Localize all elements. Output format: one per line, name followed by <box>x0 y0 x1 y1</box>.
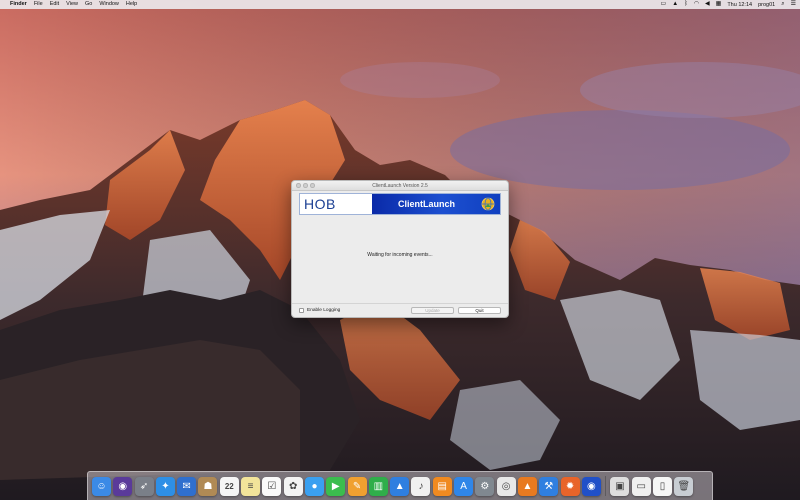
display-icon[interactable]: ▭ <box>661 0 667 9</box>
menu-help[interactable]: Help <box>126 0 137 9</box>
wifi-icon[interactable]: ◠ <box>694 0 699 9</box>
pages-icon[interactable]: ✎ <box>347 476 367 496</box>
quit-button[interactable]: Quit <box>458 307 501 314</box>
keynote-icon[interactable]: ▲ <box>390 476 410 496</box>
menu-bar: Finder File Edit View Go Window Help ▭ ▲… <box>0 0 800 9</box>
update-button[interactable]: Update <box>411 307 454 314</box>
trash-icon[interactable]: 🗑 <box>674 476 694 496</box>
numbers-icon[interactable]: ▥ <box>368 476 388 496</box>
vlc-icon[interactable]: ▲ <box>517 476 537 496</box>
calendar-icon[interactable]: 22 <box>219 476 239 496</box>
documents-stack-icon[interactable]: ▯ <box>653 476 673 496</box>
firefox-icon[interactable]: ✹ <box>560 476 580 496</box>
enable-logging-label[interactable]: Enable Logging <box>307 308 340 313</box>
product-banner: HOB ClientLaunch <box>299 193 501 215</box>
menu-file[interactable]: File <box>34 0 43 9</box>
bluetooth-icon[interactable]: ᛒ <box>684 0 688 9</box>
menu-go[interactable]: Go <box>85 0 92 9</box>
app-store-icon[interactable]: A <box>454 476 474 496</box>
window-title: ClientLaunch Version 2.5 <box>372 182 428 189</box>
window-titlebar[interactable]: ClientLaunch Version 2.5 <box>292 181 508 191</box>
status-area: Waiting for incoming events... <box>292 215 508 295</box>
menubar-clock[interactable]: Thu 12:14 <box>727 2 752 8</box>
clientlaunch-window: ClientLaunch Version 2.5 HOB ClientLaunc… <box>291 180 509 318</box>
hob-logo: HOB <box>304 196 336 212</box>
xcode-icon[interactable]: ⚒ <box>539 476 559 496</box>
banner-product-name: ClientLaunch <box>398 199 456 209</box>
menubar-user[interactable]: prog01 <box>758 2 775 8</box>
notification-center-icon[interactable]: ☰ <box>791 0 796 9</box>
spotlight-icon[interactable]: ⌕ <box>781 0 784 9</box>
launchpad-icon[interactable]: ➶ <box>134 476 154 496</box>
volume-icon[interactable]: ◀ <box>705 0 710 9</box>
dialog-footer: Enable Logging Update Quit <box>292 303 508 317</box>
downloads-stack-icon[interactable]: ▭ <box>631 476 651 496</box>
system-preferences-icon[interactable]: ⚙ <box>475 476 495 496</box>
menu-view[interactable]: View <box>66 0 78 9</box>
notes-icon[interactable]: ≡ <box>241 476 261 496</box>
menu-edit[interactable]: Edit <box>50 0 59 9</box>
globe-icon <box>481 197 495 211</box>
itunes-icon[interactable]: ♪ <box>411 476 431 496</box>
menu-app-name[interactable]: Finder <box>10 0 27 9</box>
menu-window[interactable]: Window <box>99 0 119 9</box>
siri-icon[interactable]: ◉ <box>113 476 133 496</box>
reminders-icon[interactable]: ☑ <box>262 476 282 496</box>
banner-brand-panel: ClientLaunch <box>372 194 500 214</box>
messages-icon[interactable]: ● <box>304 476 324 496</box>
status-message: Waiting for incoming events... <box>367 252 433 258</box>
contacts-icon[interactable]: ☗ <box>198 476 218 496</box>
clientlaunch-icon[interactable]: ◉ <box>581 476 601 496</box>
safari-icon[interactable]: ✦ <box>155 476 175 496</box>
enable-logging-checkbox[interactable] <box>299 308 304 313</box>
facetime-icon[interactable]: ▶ <box>326 476 346 496</box>
ibooks-icon[interactable]: ▤ <box>432 476 452 496</box>
input-source-icon[interactable]: ▦ <box>716 0 722 9</box>
dock: ☺ ◉ ➶ ✦ ✉ ☗ 22 ≡ ☑ ✿ ● ▶ ✎ ▥ ▲ ♪ ▤ A ⚙ ◎ ▲ ⚒ ✹ ◉ ▣ ▭ ▯ 🗑 <box>87 471 713 500</box>
preview-icon[interactable]: ▣ <box>610 476 630 496</box>
mail-icon[interactable]: ✉ <box>177 476 197 496</box>
airplay-icon[interactable]: ▲ <box>672 0 678 9</box>
finder-icon[interactable]: ☺ <box>92 476 111 496</box>
dock-separator <box>605 476 607 496</box>
chrome-icon[interactable]: ◎ <box>496 476 516 496</box>
photos-icon[interactable]: ✿ <box>283 476 303 496</box>
